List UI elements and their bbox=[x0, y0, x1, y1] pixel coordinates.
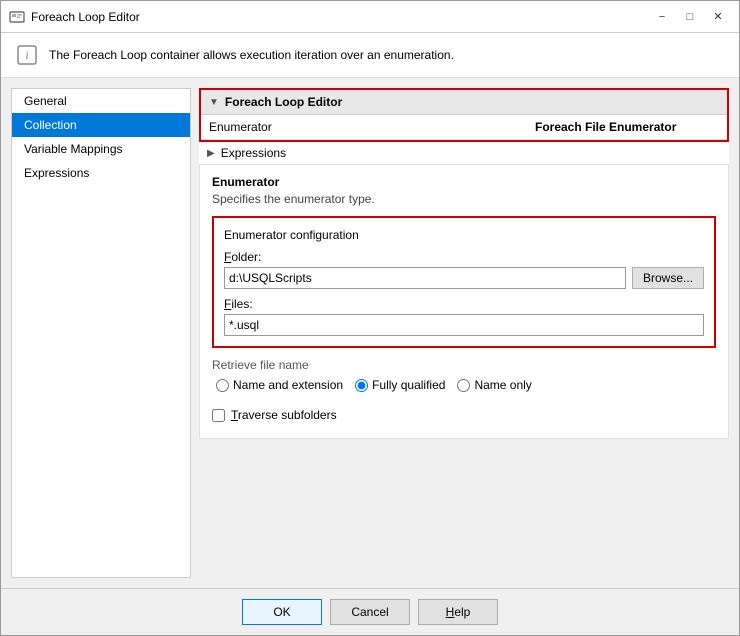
traverse-checkbox[interactable] bbox=[212, 409, 225, 422]
sidebar-item-collection[interactable]: Collection bbox=[12, 113, 190, 137]
expressions-row[interactable]: ▶ Expressions bbox=[199, 142, 729, 165]
radio-fully-qualified-label: Fully qualified bbox=[372, 378, 445, 392]
radio-group: Name and extension Fully qualified Name … bbox=[212, 378, 716, 392]
radio-name-only-label: Name only bbox=[474, 378, 531, 392]
radio-fully-qualified[interactable]: Fully qualified bbox=[355, 378, 445, 392]
retrieve-title: Retrieve file name bbox=[212, 358, 716, 372]
radio-name-and-extension-label: Name and extension bbox=[233, 378, 343, 392]
right-panel: ▼ Foreach Loop Editor Enumerator Foreach… bbox=[199, 88, 729, 578]
sidebar-item-variable-mappings[interactable]: Variable Mappings bbox=[12, 137, 190, 161]
title-bar: Foreach Loop Editor − □ ✕ bbox=[1, 1, 739, 33]
editor-header: ▼ Foreach Loop Editor Enumerator Foreach… bbox=[199, 88, 729, 142]
svg-text:i: i bbox=[25, 48, 28, 62]
close-button[interactable]: ✕ bbox=[705, 7, 731, 27]
enumerator-label: Enumerator bbox=[201, 115, 527, 139]
config-box: Enumerator configuration Folder: Browse.… bbox=[212, 216, 716, 348]
cancel-button[interactable]: Cancel bbox=[330, 599, 410, 625]
radio-name-only-input[interactable] bbox=[457, 379, 470, 392]
window-icon bbox=[9, 9, 25, 25]
browse-button[interactable]: Browse... bbox=[632, 267, 704, 289]
radio-fully-qualified-input[interactable] bbox=[355, 379, 368, 392]
info-icon: i bbox=[15, 43, 39, 67]
minimize-button[interactable]: − bbox=[649, 7, 675, 27]
enumerator-value: Foreach File Enumerator bbox=[527, 115, 727, 139]
radio-name-and-extension-input[interactable] bbox=[216, 379, 229, 392]
files-input[interactable] bbox=[224, 314, 704, 336]
foreach-loop-editor-window: Foreach Loop Editor − □ ✕ i The Foreach … bbox=[0, 0, 740, 636]
editor-header-title: ▼ Foreach Loop Editor bbox=[201, 90, 727, 115]
expressions-label: Expressions bbox=[221, 146, 286, 160]
traverse-label[interactable]: Traverse subfolders bbox=[231, 408, 337, 422]
sidebar-item-expressions[interactable]: Expressions bbox=[12, 161, 190, 185]
folder-label: Folder: bbox=[224, 250, 704, 264]
info-bar: i The Foreach Loop container allows exec… bbox=[1, 33, 739, 78]
main-content: General Collection Variable Mappings Exp… bbox=[1, 78, 739, 588]
ok-button[interactable]: OK bbox=[242, 599, 322, 625]
folder-input[interactable] bbox=[224, 267, 626, 289]
radio-name-and-extension[interactable]: Name and extension bbox=[216, 378, 343, 392]
files-label: Files: bbox=[224, 297, 704, 311]
window-title: Foreach Loop Editor bbox=[31, 10, 649, 24]
help-button[interactable]: Help bbox=[418, 599, 498, 625]
folder-row: Browse... bbox=[224, 267, 704, 289]
enumerator-row: Enumerator Foreach File Enumerator bbox=[201, 115, 727, 140]
enumerator-section-title: Enumerator bbox=[212, 175, 716, 189]
sidebar: General Collection Variable Mappings Exp… bbox=[11, 88, 191, 578]
radio-name-only[interactable]: Name only bbox=[457, 378, 531, 392]
bottom-bar: OK Cancel Help bbox=[1, 588, 739, 635]
expand-arrow-icon: ▶ bbox=[207, 148, 215, 159]
retrieve-section: Retrieve file name Name and extension Fu… bbox=[212, 358, 716, 392]
enumerator-section-desc: Specifies the enumerator type. bbox=[212, 192, 716, 206]
window-controls: − □ ✕ bbox=[649, 7, 731, 27]
editor-title-label: Foreach Loop Editor bbox=[225, 95, 342, 109]
traverse-row: Traverse subfolders bbox=[212, 402, 716, 428]
sidebar-item-general[interactable]: General bbox=[12, 89, 190, 113]
enumerator-section: Enumerator Specifies the enumerator type… bbox=[199, 165, 729, 439]
config-title: Enumerator configuration bbox=[224, 228, 704, 242]
info-text: The Foreach Loop container allows execut… bbox=[49, 48, 454, 62]
maximize-button[interactable]: □ bbox=[677, 7, 703, 27]
collapse-arrow-icon: ▼ bbox=[209, 97, 219, 108]
